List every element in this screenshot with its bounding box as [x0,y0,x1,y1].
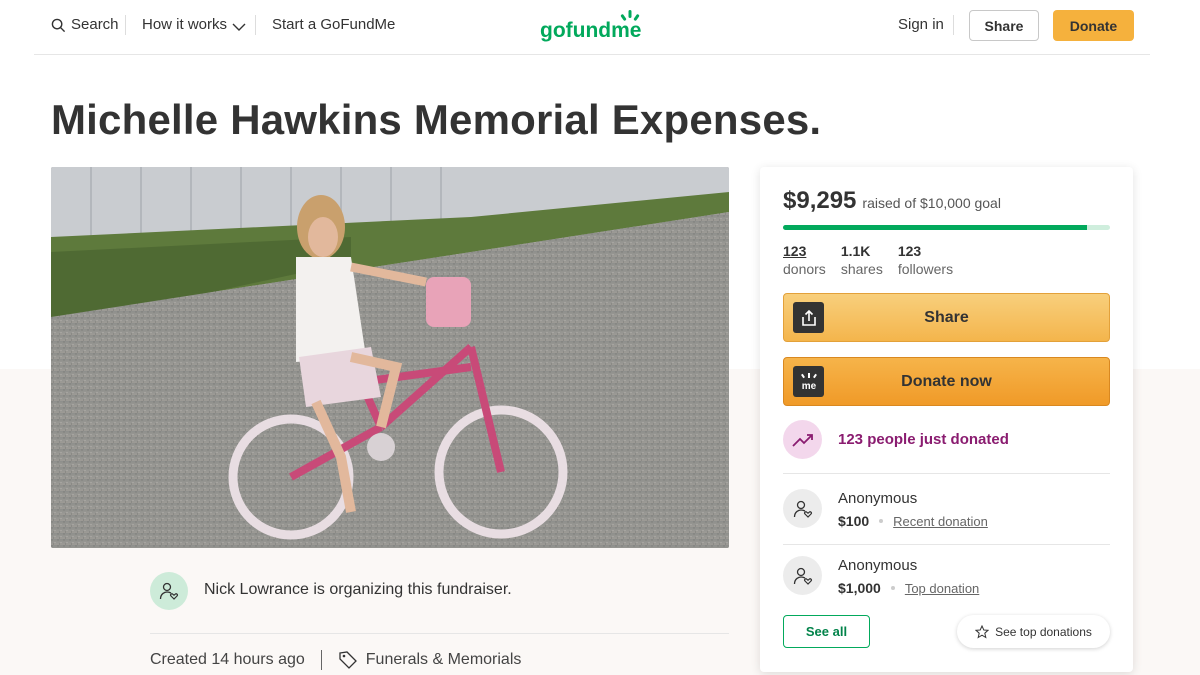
stat-donors-label: donors [783,261,826,277]
organizer-avatar [150,572,188,610]
campaign-meta: Created 14 hours ago Funerals & Memorial… [150,650,521,670]
tag-icon [339,651,357,669]
start-gofundme-label: Start a GoFundMe [272,16,396,33]
person-heart-icon [793,500,812,518]
star-icon [975,624,990,639]
donate-button-header[interactable]: Donate [1053,10,1134,41]
recent-donation-link[interactable]: Recent donation [893,514,988,529]
see-top-donations-button[interactable]: See top donations [957,615,1110,648]
amount-raised-row: $9,295 raised of $10,000 goal [783,187,1001,215]
see-top-donations-label: See top donations [995,624,1092,639]
top-navigation: Search How it works Start a GoFundMe gof… [34,0,1150,55]
organizer-text: Nick Lowrance is organizing this fundrai… [204,581,512,598]
sign-in-link[interactable]: Sign in [898,16,944,33]
stat-shares-label: shares [840,261,883,277]
share-upload-icon [793,302,824,333]
how-it-works-menu[interactable]: How it works [142,16,246,33]
page-title: Michelle Hawkins Memorial Expenses. [51,96,822,143]
campaign-photo-graphic [51,167,729,548]
person-heart-icon [159,582,178,600]
search-label: Search [71,16,119,33]
recent-activity-banner: 123 people just donated [783,420,1009,459]
donor-avatar [783,489,822,528]
amount-raised: $9,295 [783,187,857,214]
logo-text: gofundme [540,19,641,42]
top-donation-link[interactable]: Top donation [905,581,979,596]
stat-followers-label: followers [897,261,954,277]
donation-item: Anonymous $100 Recent donation [783,489,1110,531]
donation-amount: $100 [838,513,870,529]
gofundme-me-icon: me [793,366,824,397]
donate-now-label: Donate now [901,372,992,390]
meta-divider [320,650,322,670]
share-button-label: Share [924,308,969,326]
donation-amount: $1,000 [838,580,881,596]
stat-donors[interactable]: 123 donors [783,243,826,277]
category-label: Funerals & Memorials [365,651,522,668]
nav-divider [953,15,954,35]
nav-divider [125,15,126,35]
donate-now-button[interactable]: me Donate now [783,357,1110,406]
goal-text: raised of $10,000 goal [862,195,1001,211]
donation-item: Anonymous $1,000 Top donation [783,556,1110,598]
progress-bar [783,225,1110,230]
see-all-button[interactable]: See all [783,615,870,648]
trending-up-icon [783,420,822,459]
campaign-photo[interactable] [51,167,729,548]
created-time: Created 14 hours ago [150,651,305,668]
stat-shares: 1.1K shares [841,243,883,277]
stat-shares-value: 1.1K [840,243,871,259]
organizer-row: Nick Lowrance is organizing this fundrai… [150,572,729,634]
search-icon [51,18,66,33]
stat-followers-value: 123 [897,243,922,259]
recent-donors-text: 123 people just donated [838,431,1009,448]
donor-name: Anonymous [838,490,918,507]
start-gofundme-link[interactable]: Start a GoFundMe [272,16,395,33]
stat-followers: 123 followers [898,243,953,277]
donation-card: $9,295 raised of $10,000 goal 123 donors… [760,167,1133,672]
divider [783,544,1110,545]
divider [783,473,1110,474]
stats-row: 123 donors 1.1K shares 123 followers [783,243,953,277]
nav-divider [255,15,256,35]
progress-fill [783,225,1087,230]
how-it-works-label: How it works [142,16,228,33]
separator-dot [879,519,884,523]
svg-text:me: me [801,381,816,392]
gofundme-logo[interactable]: gofundme [540,8,646,42]
stat-donors-value: 123 [783,243,807,259]
person-heart-icon [793,567,812,585]
share-button[interactable]: Share [783,293,1110,342]
sign-in-label: Sign in [898,16,944,33]
donation-details: $1,000 Top donation [838,580,979,596]
share-button-header[interactable]: Share [969,10,1039,41]
donor-avatar [783,556,822,595]
separator-dot [890,586,895,590]
donor-name: Anonymous [838,557,918,574]
donation-details: $100 Recent donation [838,513,988,529]
chevron-down-icon [232,23,246,31]
category-link[interactable]: Funerals & Memorials [338,650,522,670]
search-link[interactable]: Search [51,16,119,33]
